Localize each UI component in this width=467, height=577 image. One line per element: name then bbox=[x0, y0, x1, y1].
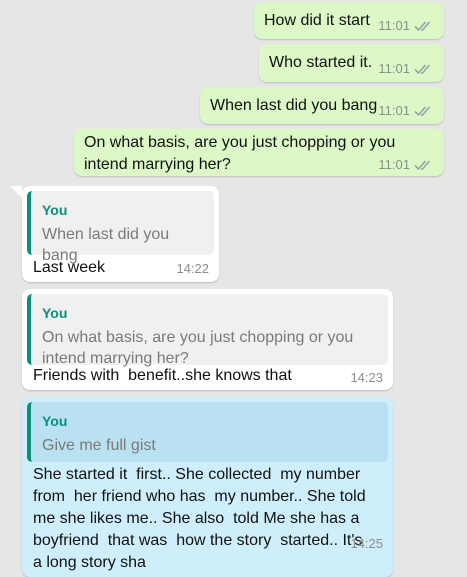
message-text: Who started it. bbox=[269, 54, 373, 71]
double-check-icon bbox=[414, 159, 431, 170]
quoted-reply[interactable]: You Give me full gist bbox=[27, 402, 388, 462]
bubble-tail bbox=[10, 186, 22, 198]
incoming-message[interactable]: You When last did you bang Last week 14:… bbox=[22, 186, 219, 282]
message-time: 11:01 bbox=[378, 61, 410, 76]
message-meta: 14:22 bbox=[176, 261, 209, 276]
message-time: 11:01 bbox=[378, 103, 410, 118]
outgoing-message[interactable]: When last did you bang 11:01 bbox=[200, 87, 444, 124]
incoming-message-selected[interactable]: You Give me full gist She started it fir… bbox=[22, 397, 393, 577]
message-time: 11:01 bbox=[378, 18, 410, 33]
message-meta: 11:01 bbox=[378, 61, 434, 76]
message-text: On what basis, are you just chopping or … bbox=[84, 134, 396, 173]
message-meta: 14:25 bbox=[350, 536, 383, 551]
outgoing-message[interactable]: On what basis, are you just chopping or … bbox=[74, 129, 444, 176]
message-meta: 11:01 bbox=[378, 157, 434, 172]
outgoing-message[interactable]: Who started it. 11:01 bbox=[259, 44, 444, 82]
message-text: She started it first.. She collected my … bbox=[33, 466, 372, 571]
quoted-reply[interactable]: You On what basis, are you just chopping… bbox=[27, 294, 388, 367]
message-text: When last did you bang bbox=[210, 97, 378, 114]
outgoing-message[interactable]: How did it start 11:01 bbox=[254, 2, 444, 39]
message-time: 14:22 bbox=[176, 261, 209, 276]
message-time: 11:01 bbox=[378, 157, 410, 172]
message-time: 14:25 bbox=[350, 536, 383, 551]
double-check-icon bbox=[414, 105, 431, 116]
message-time: 14:23 bbox=[350, 370, 383, 385]
incoming-message[interactable]: You On what basis, are you just chopping… bbox=[22, 289, 393, 390]
quoted-reply[interactable]: You When last did you bang bbox=[27, 191, 214, 264]
message-text: Friends with benefit..she knows that bbox=[33, 367, 292, 384]
quote-author: You bbox=[42, 413, 68, 429]
message-text: How did it start bbox=[264, 12, 370, 29]
quote-author: You bbox=[42, 202, 68, 218]
quote-text: On what basis, are you just chopping or … bbox=[42, 329, 354, 367]
double-check-icon bbox=[414, 20, 431, 31]
message-meta: 14:23 bbox=[350, 370, 383, 385]
message-text: Last week bbox=[33, 259, 106, 276]
message-meta: 11:01 bbox=[378, 103, 434, 118]
quote-text: Give me full gist bbox=[42, 437, 156, 454]
double-check-icon bbox=[414, 63, 431, 74]
quote-author: You bbox=[42, 305, 68, 321]
message-meta: 11:01 bbox=[378, 18, 434, 33]
